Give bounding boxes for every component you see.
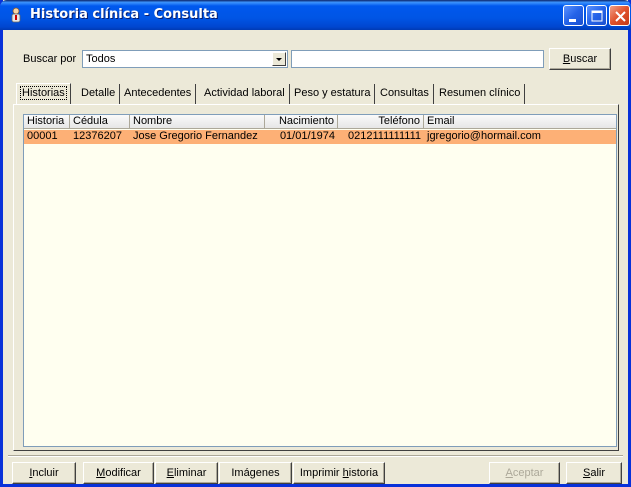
chevron-down-icon xyxy=(276,58,282,61)
cell-telefono: 0212111111111 xyxy=(348,130,421,142)
cell-email: jgregorio@hormail.com xyxy=(427,130,541,142)
tab-peso-estatura[interactable]: Peso y estatura xyxy=(290,84,376,104)
search-field-value: Todos xyxy=(86,53,116,65)
cell-nacimiento: 01/01/1974 xyxy=(279,130,335,142)
imagenes-button[interactable]: Imágenes xyxy=(219,462,292,484)
column-header-email[interactable]: Email xyxy=(424,115,616,129)
salir-button[interactable]: Salir xyxy=(566,462,622,484)
search-input[interactable] xyxy=(291,50,544,68)
window-title: Historia clínica - Consulta xyxy=(30,7,218,22)
column-header-nombre[interactable]: Nombre xyxy=(130,115,265,129)
patients-list[interactable]: Historia Cédula Nombre Nacimiento Teléfo… xyxy=(23,114,617,447)
title-bar[interactable]: Historia clínica - Consulta xyxy=(0,0,631,30)
search-by-label: Buscar por xyxy=(23,53,77,65)
close-button[interactable] xyxy=(609,5,630,26)
cell-historia: 00001 xyxy=(27,130,58,142)
cell-nombre: Jose Gregorio Fernandez xyxy=(133,130,258,142)
column-header-telefono[interactable]: Teléfono xyxy=(338,115,424,129)
search-field-select[interactable]: Todos xyxy=(82,50,288,68)
column-header-historia[interactable]: Historia xyxy=(24,115,70,129)
modificar-button[interactable]: Modificar xyxy=(83,462,154,484)
print-history-button[interactable]: Imprimir historia xyxy=(293,462,385,484)
maximize-button[interactable] xyxy=(586,5,607,26)
list-header: Historia Cédula Nombre Nacimiento Teléfo… xyxy=(24,115,616,129)
patient-icon xyxy=(11,7,21,23)
tab-detalle[interactable]: Detalle xyxy=(77,84,121,104)
cell-cedula: 12376207 xyxy=(73,130,122,142)
maximize-icon xyxy=(591,10,603,22)
combo-dropdown-button[interactable] xyxy=(272,52,286,66)
minimize-button[interactable] xyxy=(563,5,584,26)
divider xyxy=(8,455,623,457)
tab-antecedentes[interactable]: Antecedentes xyxy=(120,84,197,104)
incluir-button[interactable]: Incluir xyxy=(12,462,76,484)
tab-actividad-laboral[interactable]: Actividad laboral xyxy=(200,84,290,104)
table-row[interactable]: 00001 12376207 Jose Gregorio Fernandez 0… xyxy=(24,130,616,144)
minimize-icon xyxy=(569,19,576,22)
column-header-nacimiento[interactable]: Nacimiento xyxy=(265,115,338,129)
column-header-cedula[interactable]: Cédula xyxy=(70,115,130,129)
eliminar-button[interactable]: Eliminar xyxy=(155,462,218,484)
tab-historias[interactable]: Historias xyxy=(16,83,71,105)
search-button[interactable]: Buscar xyxy=(549,48,611,70)
close-icon xyxy=(615,11,626,22)
tab-consultas[interactable]: Consultas xyxy=(376,84,434,104)
aceptar-button[interactable]: Aceptar xyxy=(489,462,560,484)
tab-resumen-clinico[interactable]: Resumen clínico xyxy=(435,84,526,104)
